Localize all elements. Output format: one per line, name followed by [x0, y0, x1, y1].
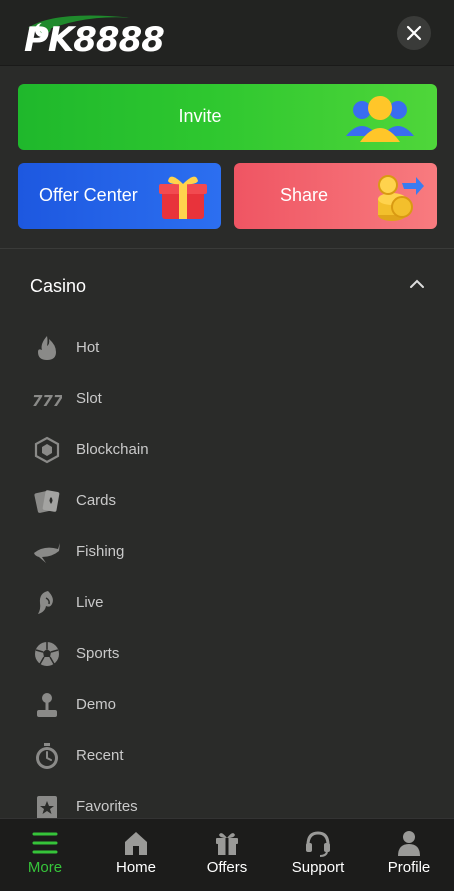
- casino-item-label: Sports: [76, 645, 120, 662]
- nav-label: Profile: [387, 859, 431, 876]
- blockchain-cube-icon: [34, 436, 60, 464]
- invite-button[interactable]: Invite: [18, 84, 437, 150]
- chevron-up-icon[interactable]: [408, 278, 426, 290]
- casino-item-label: Blockchain: [76, 441, 149, 458]
- cards-icon: [34, 490, 60, 513]
- soccer-ball-icon: [35, 642, 59, 666]
- close-icon: [406, 25, 422, 41]
- nav-label: Offers: [206, 859, 248, 876]
- nav-label: Support: [291, 859, 345, 876]
- gift-icon: [216, 833, 238, 855]
- casino-item-label: Recent: [76, 747, 124, 764]
- casino-item-fishing[interactable]: Fishing: [0, 527, 454, 577]
- nav-profile[interactable]: Profile: [364, 819, 454, 891]
- casino-item-label: Cards: [76, 492, 117, 509]
- offer-center-label: Offer Center: [39, 185, 138, 205]
- users-icon: [346, 96, 414, 142]
- casino-item-sports[interactable]: Sports: [0, 629, 454, 679]
- flame-icon: [38, 336, 56, 360]
- close-button[interactable]: [397, 16, 431, 50]
- casino-title: Casino: [30, 276, 87, 296]
- menu-icon: [32, 832, 58, 854]
- nav-home[interactable]: Home: [91, 819, 181, 891]
- header-bar: PK8888: [0, 0, 454, 66]
- svg-text:777: 777: [32, 392, 62, 410]
- bottom-nav: More Home Offers Support Profile: [0, 818, 454, 891]
- casino-item-label: Live: [76, 594, 104, 611]
- coins-share-icon: [378, 175, 424, 221]
- slot-777-icon: 777: [32, 392, 62, 410]
- casino-item-hot[interactable]: Hot: [0, 323, 454, 373]
- logo-text: PK8888: [24, 20, 165, 60]
- section-divider: [0, 248, 454, 249]
- casino-item-label: Hot: [76, 339, 100, 356]
- casino-item-label: Demo: [76, 696, 117, 713]
- casino-item-recent[interactable]: Recent: [0, 731, 454, 781]
- joystick-icon: [37, 693, 57, 717]
- user-icon: [398, 831, 420, 856]
- casino-item-blockchain[interactable]: Blockchain: [0, 425, 454, 475]
- nav-offers[interactable]: Offers: [182, 819, 272, 891]
- nav-label: Home: [115, 859, 156, 876]
- casino-item-label: Fishing: [76, 543, 125, 560]
- nav-label: More: [27, 859, 63, 876]
- headset-icon: [306, 831, 330, 857]
- share-label: Share: [280, 185, 329, 205]
- casino-item-slot[interactable]: 777 Slot: [0, 374, 454, 424]
- casino-section-header[interactable]: Casino: [0, 262, 454, 308]
- casino-item-live[interactable]: Live: [0, 578, 454, 628]
- casino-item-cards[interactable]: Cards: [0, 476, 454, 526]
- offer-center-button[interactable]: Offer Center: [18, 163, 221, 229]
- nav-more[interactable]: More: [0, 819, 90, 891]
- casino-item-label: Slot: [76, 390, 102, 407]
- live-dealer-icon: [38, 591, 53, 614]
- casino-item-demo[interactable]: Demo: [0, 680, 454, 730]
- stopwatch-icon: [36, 743, 58, 769]
- nav-support[interactable]: Support: [273, 819, 363, 891]
- share-button[interactable]: Share: [234, 163, 437, 229]
- gift-box-icon: [159, 176, 207, 219]
- casino-item-label: Favorites: [76, 798, 138, 815]
- shark-icon: [34, 543, 60, 563]
- brand-logo[interactable]: PK8888: [24, 12, 184, 60]
- invite-label: Invite: [178, 106, 222, 126]
- home-icon: [125, 832, 147, 855]
